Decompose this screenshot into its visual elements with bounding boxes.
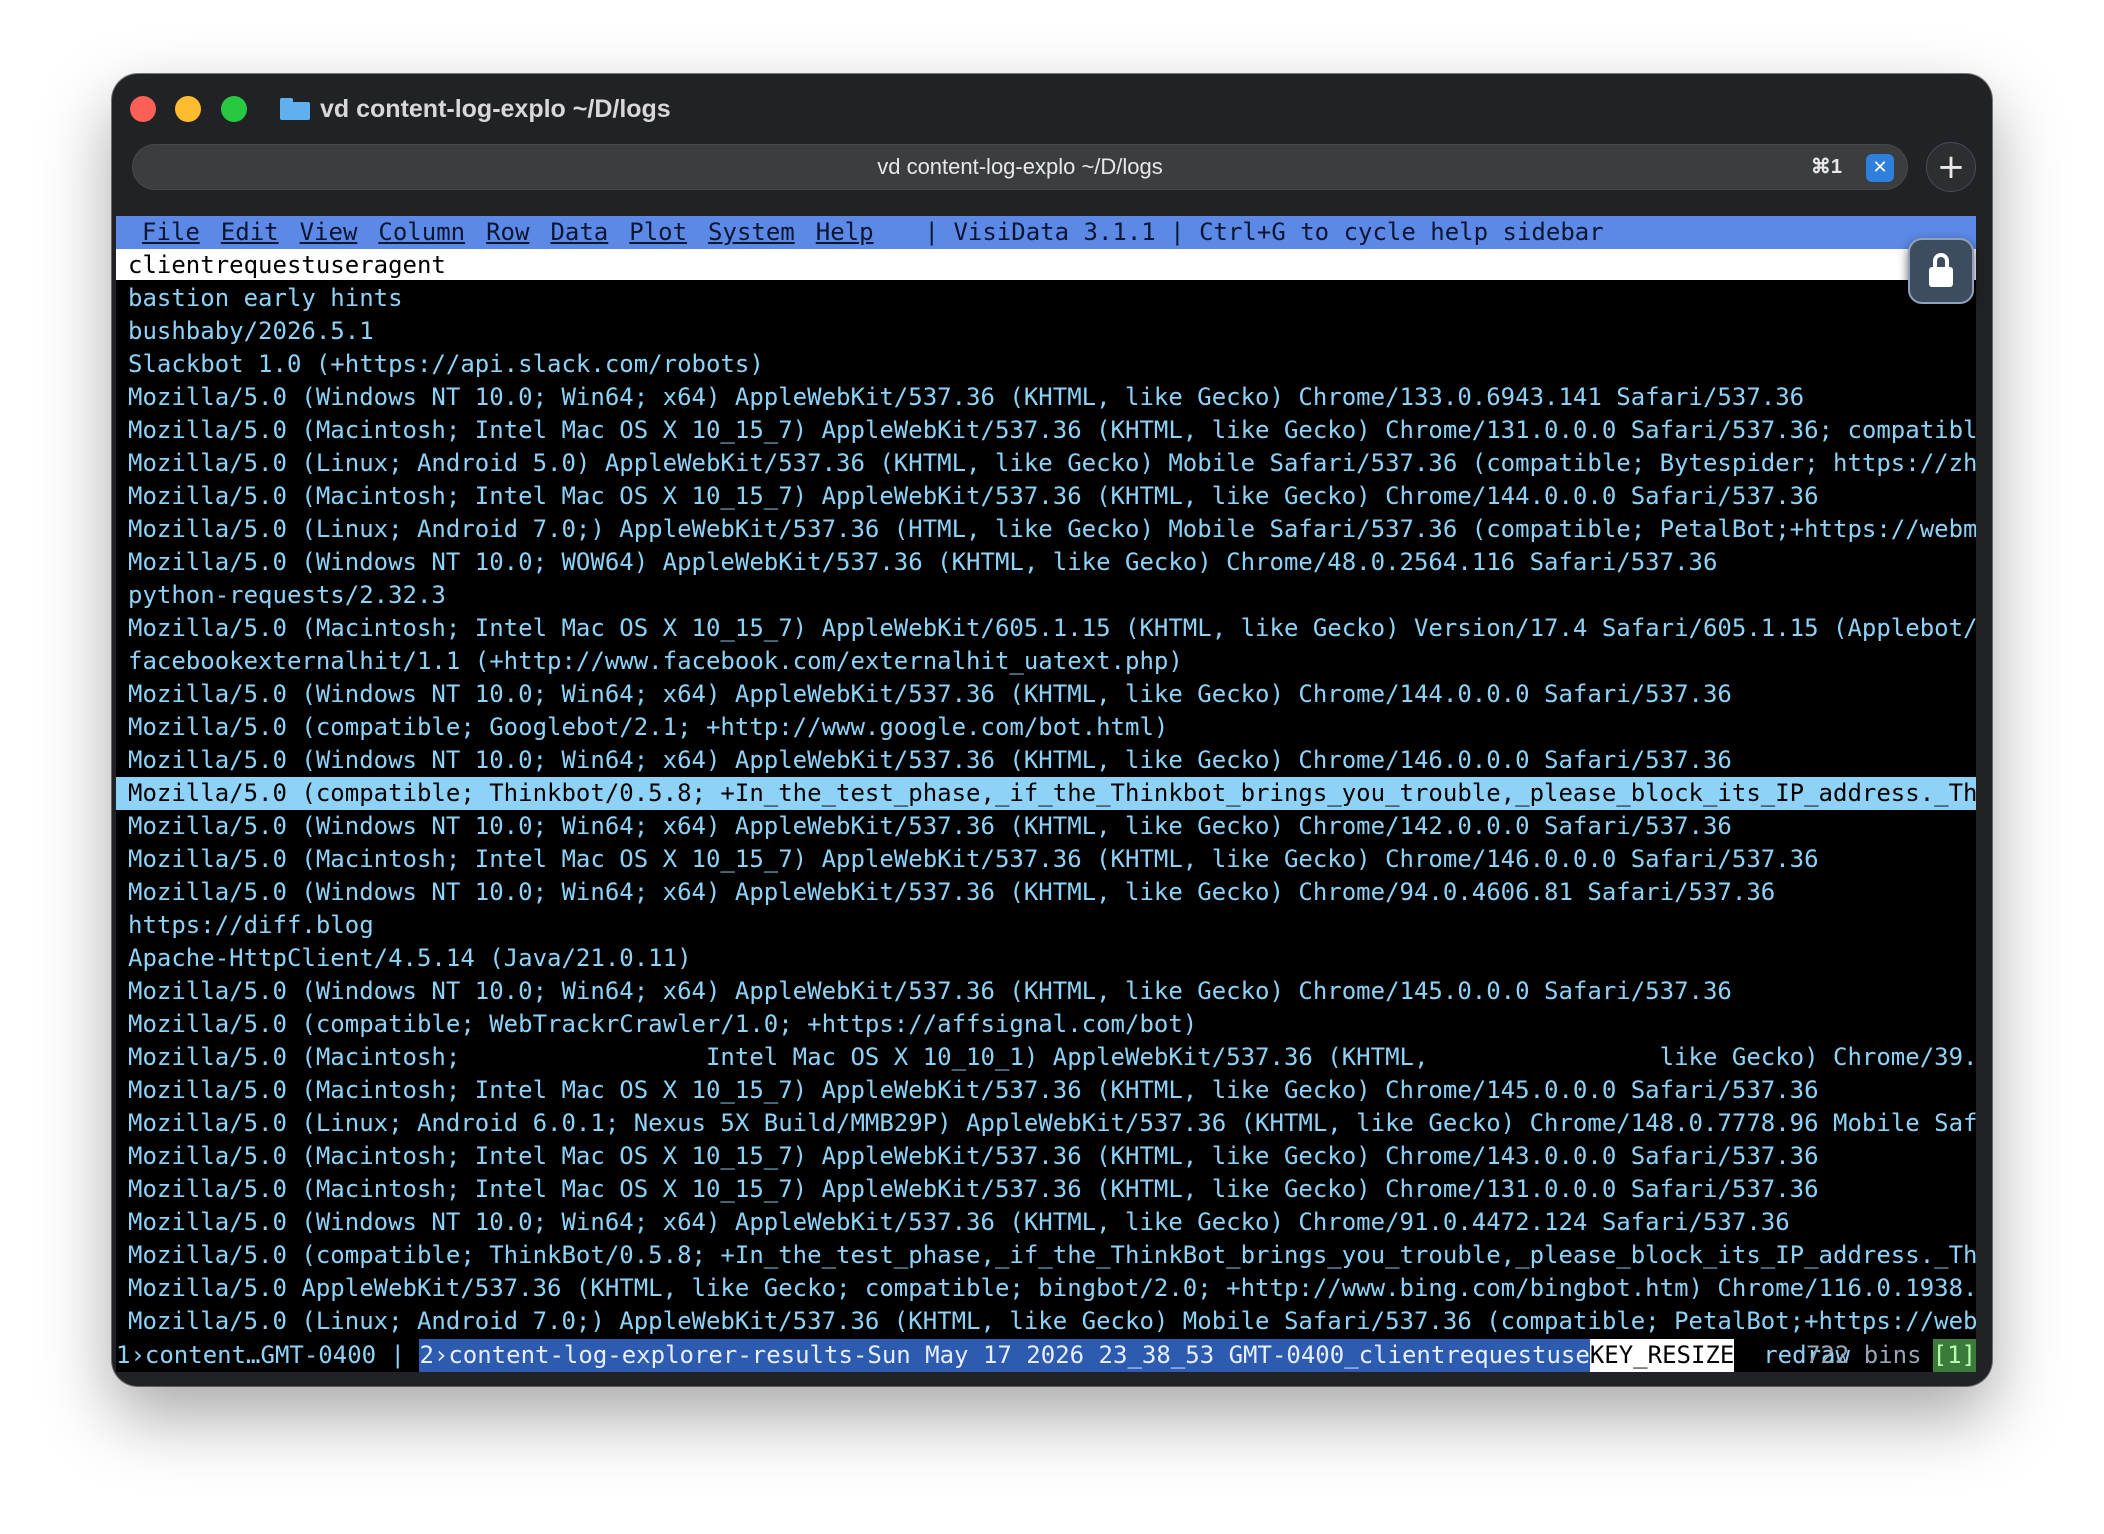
bins-count: 722 bins — [1805, 1341, 1936, 1369]
menu-item-data[interactable]: Data — [550, 218, 608, 246]
table-row[interactable]: Mozilla/5.0 (Macintosh; Intel Mac OS X 1… — [116, 612, 1976, 645]
table-row[interactable]: Mozilla/5.0 AppleWebKit/537.36 (KHTML, l… — [116, 1272, 1976, 1305]
table-row[interactable]: Mozilla/5.0 (compatible; Googlebot/2.1; … — [116, 711, 1976, 744]
table-row[interactable]: Mozilla/5.0 (Macintosh; Intel Mac OS X 1… — [116, 480, 1976, 513]
table-row[interactable]: Mozilla/5.0 (Windows NT 10.0; Win64; x64… — [116, 1206, 1976, 1239]
table-row[interactable]: Mozilla/5.0 (Macintosh; Intel Mac OS X 1… — [116, 1041, 1976, 1074]
table-row[interactable]: Mozilla/5.0 (Windows NT 10.0; Win64; x64… — [116, 678, 1976, 711]
table-row[interactable]: Mozilla/5.0 (Macintosh; Intel Mac OS X 1… — [116, 843, 1976, 876]
table-row[interactable]: Mozilla/5.0 (Windows NT 10.0; Win64; x64… — [116, 876, 1976, 909]
menu-info: | VisiData 3.1.1 | Ctrl+G to cycle help … — [924, 218, 1604, 246]
folder-icon — [280, 98, 310, 120]
table-row[interactable]: Slackbot 1.0 (+https://api.slack.com/rob… — [116, 348, 1976, 381]
table-row[interactable]: Mozilla/5.0 (Windows NT 10.0; Win64; x64… — [116, 744, 1976, 777]
lock-icon[interactable] — [1908, 238, 1974, 304]
table-row[interactable]: bushbaby/2026.5.1 — [116, 315, 1976, 348]
table-row[interactable]: Mozilla/5.0 (Windows NT 10.0; Win64; x64… — [116, 810, 1976, 843]
selected-row[interactable]: Mozilla/5.0 (compatible; Thinkbot/0.5.8;… — [116, 777, 1976, 810]
tab-title[interactable]: vd content-log-explo ~/D/logs — [132, 144, 1908, 190]
table-row[interactable]: Mozilla/5.0 (Linux; Android 5.0) AppleWe… — [116, 447, 1976, 480]
table-row[interactable]: Mozilla/5.0 (Macintosh; Intel Mac OS X 1… — [116, 1140, 1976, 1173]
zoom-button[interactable] — [221, 96, 247, 122]
table-row[interactable]: Mozilla/5.0 (Linux; Android 7.0;) AppleW… — [116, 513, 1976, 546]
table-row[interactable]: Mozilla/5.0 (Linux; Android 6.0.1; Nexus… — [116, 1107, 1976, 1140]
table-row[interactable]: facebookexternalhit/1.1 (+http://www.fac… — [116, 645, 1976, 678]
table-row[interactable]: Mozilla/5.0 (Windows NT 10.0; WOW64) App… — [116, 546, 1976, 579]
menu-item-edit[interactable]: Edit — [221, 218, 279, 246]
window-number: [1] — [1932, 1339, 1976, 1372]
table-row[interactable]: Apache-HttpClient/4.5.14 (Java/21.0.11) — [116, 942, 1976, 975]
column-header[interactable]: clientrequestuseragent — [116, 249, 1976, 282]
table-row[interactable]: bastion early hints — [116, 282, 1976, 315]
menu-item-file[interactable]: File — [142, 218, 200, 246]
menu-item-view[interactable]: View — [300, 218, 358, 246]
sheet-tab-2[interactable]: 2›content-log-explorer-results-Sun May 1… — [419, 1339, 1590, 1372]
table-row[interactable]: Mozilla/5.0 (Macintosh; Intel Mac OS X 1… — [116, 414, 1976, 447]
minimize-button[interactable] — [175, 96, 201, 122]
table-row[interactable]: Mozilla/5.0 (compatible; WebTrackrCrawle… — [116, 1008, 1976, 1041]
table-row[interactable]: Mozilla/5.0 (Linux; Android 7.0;) AppleW… — [116, 1305, 1976, 1338]
table-row[interactable]: Mozilla/5.0 (Windows NT 10.0; Win64; x64… — [116, 975, 1976, 1008]
menu-item-row[interactable]: Row — [486, 218, 529, 246]
menu-item-help[interactable]: Help — [816, 218, 874, 246]
title-bar: vd content-log-explo ~/D/logs — [112, 74, 1992, 134]
table-row[interactable]: https://diff.blog — [116, 909, 1976, 942]
status-bar: 1›content…GMT-0400 | 2›content-log-explo… — [116, 1339, 1976, 1372]
close-button[interactable] — [130, 96, 156, 122]
last-key: KEY_RESIZE — [1589, 1339, 1735, 1372]
tab-shortcut: ⌘1 — [1810, 156, 1842, 178]
menu-item-column[interactable]: Column — [378, 218, 465, 246]
table-row[interactable]: Mozilla/5.0 (Windows NT 10.0; Win64; x64… — [116, 381, 1976, 414]
sheet-tab-1[interactable]: 1›content…GMT-0400 | — [116, 1339, 419, 1372]
tab-bar[interactable]: vd content-log-explo ~/D/logs ⌘1 ✕ — [132, 144, 1908, 190]
table-row[interactable]: Mozilla/5.0 (compatible; ThinkBot/0.5.8;… — [116, 1239, 1976, 1272]
terminal-content[interactable]: File Edit View Column Row Data Plot System Help |… — [116, 216, 1976, 1372]
menu-bar: File Edit View Column Row Data Plot System Help |… — [116, 216, 1976, 249]
app-icon: ✕ — [1866, 154, 1894, 182]
window-title-text: vd content-log-explo ~/D/logs — [320, 94, 671, 123]
table-row[interactable]: python-requests/2.32.3 — [116, 579, 1976, 612]
menu-item-plot[interactable]: Plot — [629, 218, 687, 246]
menu-item-system[interactable]: System — [708, 218, 795, 246]
new-tab-button[interactable]: + — [1926, 142, 1976, 192]
table-row[interactable]: Mozilla/5.0 (Macintosh; Intel Mac OS X 1… — [116, 1173, 1976, 1206]
terminal-window: vd content-log-explo ~/D/logs vd content… — [112, 74, 1992, 1386]
window-title: vd content-log-explo ~/D/logs — [280, 92, 671, 126]
table-row[interactable]: Mozilla/5.0 (Macintosh; Intel Mac OS X 1… — [116, 1074, 1976, 1107]
